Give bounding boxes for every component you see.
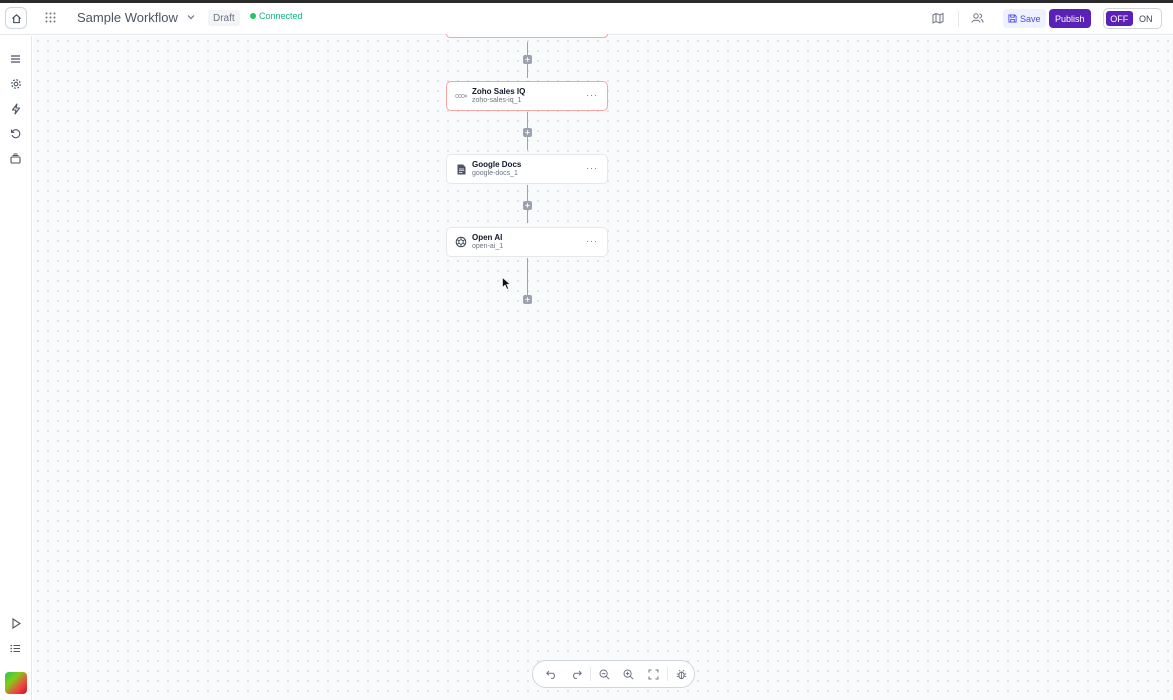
save-button-label: Save xyxy=(1020,13,1041,24)
connected-dot-icon xyxy=(250,13,256,19)
node-id: zoho-sales-iq_1 xyxy=(472,97,522,104)
apps-grid-icon[interactable] xyxy=(43,10,57,24)
zoom-in-icon[interactable] xyxy=(616,664,641,684)
node-name: Open AI xyxy=(472,233,503,242)
mouse-pointer-icon xyxy=(502,277,511,290)
undo-icon[interactable] xyxy=(539,664,564,684)
toolbar-divider xyxy=(589,667,591,681)
menu-icon[interactable] xyxy=(9,52,22,65)
openai-icon xyxy=(455,236,467,248)
toggle-on-option[interactable]: ON xyxy=(1133,11,1160,26)
list-icon[interactable] xyxy=(9,642,22,655)
zoho-icon xyxy=(455,90,467,102)
add-step-button[interactable]: + xyxy=(523,55,532,64)
add-step-button[interactable]: + xyxy=(523,201,532,210)
chevron-down-icon[interactable] xyxy=(186,12,196,22)
connection-status: Connected xyxy=(250,11,303,21)
node-id: google-docs_1 xyxy=(472,170,518,177)
connection-status-label: Connected xyxy=(259,11,303,21)
bolt-icon[interactable] xyxy=(9,102,22,115)
debug-icon[interactable] xyxy=(669,664,694,684)
workflow-node-partial[interactable] xyxy=(446,34,608,38)
home-button[interactable] xyxy=(5,7,27,29)
header-divider xyxy=(958,11,959,27)
node-id: open-ai_1 xyxy=(472,243,504,250)
map-icon[interactable] xyxy=(932,11,946,25)
play-icon[interactable] xyxy=(9,617,22,630)
more-options-icon[interactable]: ··· xyxy=(586,164,598,173)
on-off-toggle[interactable]: OFF ON xyxy=(1103,8,1162,29)
toolbar-divider xyxy=(667,667,669,681)
canvas-toolbar xyxy=(532,660,695,688)
top-header: Sample Workflow Draft Connected Save Pub… xyxy=(0,3,1173,35)
toggle-off-option[interactable]: OFF xyxy=(1106,11,1133,26)
save-button[interactable]: Save xyxy=(1003,9,1046,28)
status-badge: Draft xyxy=(208,10,240,26)
more-options-icon[interactable]: ··· xyxy=(586,91,598,100)
settings-icon[interactable] xyxy=(9,77,22,90)
google-docs-icon xyxy=(455,163,467,175)
workflow-title[interactable]: Sample Workflow xyxy=(77,10,178,25)
more-options-icon[interactable]: ··· xyxy=(586,237,598,246)
home-icon xyxy=(11,13,21,23)
add-step-button[interactable]: + xyxy=(523,128,532,137)
save-icon xyxy=(1008,14,1017,23)
add-step-button[interactable]: + xyxy=(523,295,532,304)
workflow-node-google-docs[interactable]: Google Docs google-docs_1 ··· xyxy=(446,154,608,184)
workflow-canvas[interactable]: + Zoho Sales IQ zoho-sales-iq_1 ··· + Go… xyxy=(33,34,1173,700)
connector-line xyxy=(527,258,528,296)
history-icon[interactable] xyxy=(9,127,22,140)
left-sidebar xyxy=(0,36,32,700)
zoom-out-icon[interactable] xyxy=(592,664,617,684)
avatar[interactable] xyxy=(5,672,27,694)
fit-view-icon[interactable] xyxy=(641,664,666,684)
redo-icon[interactable] xyxy=(564,664,589,684)
workflow-node-open-ai[interactable]: Open AI open-ai_1 ··· xyxy=(446,227,608,257)
node-name: Zoho Sales IQ xyxy=(472,87,526,96)
workflow-node-zoho-sales-iq[interactable]: Zoho Sales IQ zoho-sales-iq_1 ··· xyxy=(446,81,608,111)
users-icon[interactable] xyxy=(971,11,985,25)
node-name: Google Docs xyxy=(472,160,522,169)
layers-icon[interactable] xyxy=(9,152,22,165)
publish-button[interactable]: Publish xyxy=(1049,9,1091,28)
